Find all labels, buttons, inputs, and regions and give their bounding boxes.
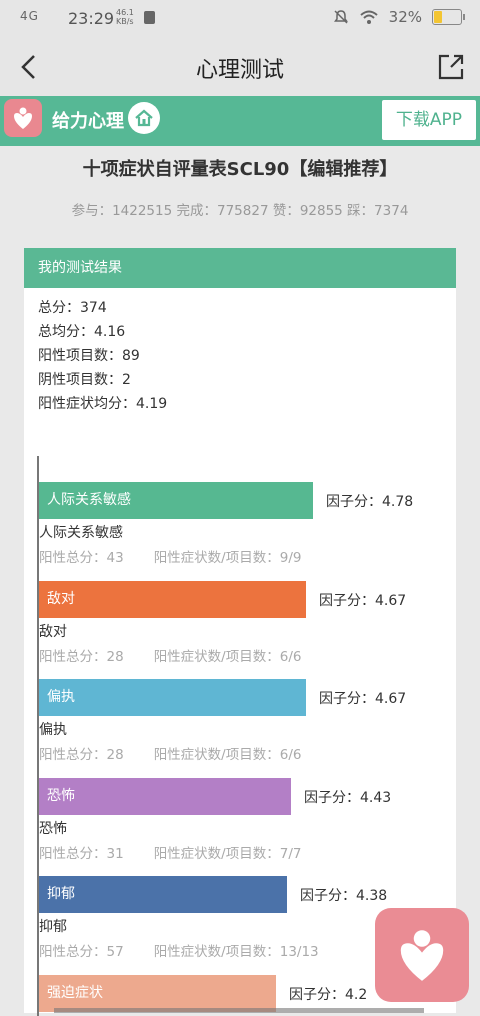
positive-total: 阳性总分：31 — [39, 845, 124, 862]
factor-score: 因子分：4.67 — [319, 691, 407, 707]
factor-bar: 偏执 — [39, 679, 306, 716]
factor-name: 人际关系敏感 — [39, 525, 123, 541]
factor-detail: 阳性总分：28 阳性症状数/项目数：6/6 — [39, 645, 301, 665]
symptom-ratio: 阳性症状数/项目数：7/7 — [153, 845, 302, 862]
symptom-ratio: 阳性症状数/项目数：6/6 — [153, 648, 302, 665]
result-header: 我的测试结果 — [24, 248, 456, 288]
mute-icon — [333, 10, 348, 24]
home-icon[interactable] — [128, 102, 160, 134]
average-score: 总均分：4.16 — [38, 324, 126, 340]
page-title: 十项症状自评量表SCL90【编辑推荐】 — [82, 159, 398, 180]
factor-bar: 抑郁 — [39, 876, 287, 913]
negative-items: 阴性项目数：2 — [38, 372, 131, 388]
symptom-ratio: 阳性症状数/项目数：13/13 — [153, 944, 319, 960]
brand-bar: 给力心理 下载APP — [0, 96, 480, 146]
positive-items: 阳性项目数：89 — [38, 348, 140, 364]
factor-score: 因子分：4.2 — [289, 986, 368, 1003]
signal-indicator: 4G — [20, 9, 39, 23]
factor-bar: 恐怖 — [39, 777, 291, 815]
factor-name: 恐怖 — [39, 820, 67, 837]
brand-logo-icon — [4, 99, 42, 137]
factor-score: 因子分：4.67 — [319, 592, 407, 609]
factor-detail: 阳性总分：28 阳性症状数/项目数：6/6 — [39, 743, 301, 763]
factor-bar: 敌对 — [39, 580, 306, 618]
battery-percent: 32% — [388, 8, 422, 26]
factor-bar: 强迫症状 — [39, 974, 276, 1012]
database-icon — [144, 11, 155, 24]
symptom-ratio: 阳性症状数/项目数：6/6 — [153, 747, 302, 763]
result-summary: 总分：374 总均分：4.16 阳性项目数：89 阴性项目数：2 阳性症状均分：… — [38, 296, 167, 416]
factor-name: 抑郁 — [39, 919, 67, 935]
symptom-ratio: 阳性症状数/项目数：9/9 — [153, 550, 302, 566]
factor-detail: 阳性总分：43 阳性症状数/项目数：9/9 — [39, 546, 301, 566]
nav-bar: 心理测试 — [0, 38, 480, 96]
factor-score: 因子分：4.43 — [304, 789, 392, 806]
nav-title: 心理测试 — [195, 58, 284, 83]
net-speed: 46.1 KB/s — [116, 8, 134, 26]
positive-total: 阳性总分：28 — [39, 747, 124, 763]
status-time: 23:29 — [68, 9, 115, 28]
positive-total: 阳性总分：43 — [39, 550, 124, 566]
download-app-button[interactable]: 下载APP — [382, 100, 476, 140]
brand-name: 给力心理 — [52, 111, 124, 132]
factor-name: 敌对 — [39, 623, 67, 640]
factor-score: 因子分：4.78 — [326, 494, 414, 510]
floating-app-button[interactable] — [375, 908, 469, 1002]
positive-total: 阳性总分：28 — [39, 648, 124, 665]
factor-bar: 人际关系敏感 — [39, 482, 313, 519]
positive-average: 阳性症状均分：4.19 — [38, 396, 168, 412]
factor-score: 因子分：4.38 — [300, 888, 388, 904]
factor-detail: 阳性总分：31 阳性症状数/项目数：7/7 — [39, 842, 301, 862]
share-icon[interactable] — [436, 52, 466, 82]
factor-detail: 阳性总分：57 阳性症状数/项目数：13/13 — [39, 940, 319, 960]
factor-name: 偏执 — [39, 722, 67, 738]
status-bar: 4G 23:29 46.1 KB/s 32% — [0, 0, 480, 38]
test-stats: 参与：1422515 完成：775827 赞：92855 踩：7374 — [71, 203, 409, 219]
positive-total: 阳性总分：57 — [39, 944, 124, 960]
bottom-shadow — [54, 1008, 424, 1013]
wifi-icon — [359, 10, 378, 24]
heart-person-icon — [400, 930, 444, 981]
result-card: 我的测试结果 总分：374 总均分：4.16 阳性项目数：89 阴性项目数：2 … — [24, 248, 456, 1016]
total-score: 总分：374 — [38, 300, 107, 316]
battery-icon — [432, 9, 465, 25]
